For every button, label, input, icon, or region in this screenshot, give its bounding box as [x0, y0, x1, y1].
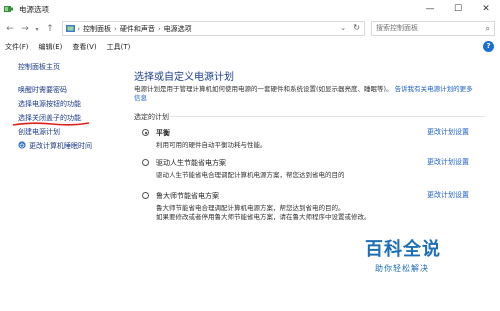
section-label: 选定的计划	[134, 113, 169, 121]
maximize-button[interactable]: ☐	[444, 0, 472, 18]
watermark-subtitle: 助你轻松解决	[375, 264, 429, 273]
breadcrumb-hardware-sound[interactable]: 硬件和声音	[117, 24, 158, 34]
address-dropdown-icon[interactable]: ⌄	[340, 24, 346, 32]
up-arrow-icon[interactable]: ↑	[44, 22, 56, 36]
menu-tools[interactable]: 工具(T)	[102, 40, 136, 54]
sidebar-item-sleep-time-label: 更改计算机睡眠时间	[29, 142, 92, 150]
change-plan-settings-link[interactable]: 更改计划设置	[427, 157, 469, 167]
plan-description-line: 如果要修改或者停用鲁大师节能省电方案，请在鲁大师程序中设置或修改。	[156, 213, 371, 221]
address-row: ← → ▾ ↑ › 控制面板 › 硬件和声音 › 电源选项 ⌄ ↻ ⌕	[0, 20, 500, 38]
plan-description-line: 鲁大师节能省电合理调配计算机电源方案，帮您达到省电的目的。	[156, 204, 345, 212]
power-options-icon	[4, 6, 13, 12]
menu-bar: 文件(F) 编辑(E) 查看(V) 工具(T)	[0, 40, 500, 54]
plan-radio-balanced[interactable]	[142, 129, 149, 136]
sidebar-item-require-password[interactable]: 唤醒时需要密码	[18, 85, 67, 95]
plan-description: 鲁大师节能省电合理调配计算机电源方案，帮您达到省电的目的。 如果要修改或者停用鲁…	[156, 204, 406, 222]
menu-file[interactable]: 文件(F)	[0, 40, 34, 54]
minimize-button[interactable]: —	[416, 0, 444, 18]
refresh-icon[interactable]: ↻	[353, 23, 360, 32]
sidebar-item-create-plan[interactable]: 创建电源计划	[18, 127, 60, 137]
description-text: 电源计划是用于管理计算机如何使用电源的一套硬件和系统设置(如显示器亮度、睡眠等)…	[134, 85, 393, 93]
watermark: 百科全说 助你轻松解决	[365, 235, 485, 274]
plan-name[interactable]: 平衡	[156, 128, 170, 138]
title-bar: 电源选项 — ☐ ✕	[0, 0, 500, 18]
control-panel-icon	[66, 25, 75, 32]
back-arrow-icon[interactable]: ←	[4, 22, 16, 36]
sidebar-item-sleep-time[interactable]: 更改计算机睡眠时间	[18, 141, 92, 151]
page-description: 电源计划是用于管理计算机如何使用电源的一套硬件和系统设置(如显示器亮度、睡眠等)…	[134, 85, 479, 103]
menu-edit[interactable]: 编辑(E)	[34, 40, 68, 54]
sidebar-item-control-panel-home[interactable]: 控制面板主页	[18, 62, 60, 72]
search-input[interactable]	[372, 22, 488, 34]
page-title: 选择或自定义电源计划	[134, 72, 234, 83]
sidebar: 控制面板主页 唤醒时需要密码 选择电源按钮的功能 选择关闭盖子的功能 创建电源计…	[0, 56, 115, 311]
plan-description: 利用可用的硬件自动平衡功耗与性能。	[156, 141, 267, 149]
plan-name[interactable]: 驱动人生节能省电方案	[156, 158, 226, 168]
change-plan-settings-link[interactable]: 更改计划设置	[427, 190, 469, 200]
address-bar[interactable]: › 控制面板 › 硬件和声音 › 电源选项 ⌄ ↻	[62, 21, 365, 36]
window-title: 电源选项	[19, 5, 49, 14]
plan-radio-drivergenius[interactable]	[142, 159, 149, 166]
help-icon[interactable]: ?	[483, 41, 494, 52]
plan-description: 驱动人生节能省电合理调配计算机电源方案，帮您达到省电的目的	[156, 171, 345, 179]
watermark-title: 百科全说	[365, 239, 441, 260]
recent-pages-chevron-icon[interactable]: ▾	[31, 22, 43, 36]
search-box[interactable]: ⌕	[371, 21, 495, 36]
plan-name[interactable]: 鲁大师节能省电方案	[156, 191, 219, 201]
menu-view[interactable]: 查看(V)	[67, 40, 101, 54]
search-icon[interactable]: ⌕	[486, 24, 490, 34]
forward-arrow-icon[interactable]: →	[19, 22, 31, 36]
red-annotation-underline	[12, 122, 90, 126]
breadcrumb-control-panel[interactable]: 控制面板	[80, 24, 114, 34]
breadcrumb-power-options[interactable]: 电源选项	[161, 24, 195, 34]
sidebar-item-power-button[interactable]: 选择电源按钮的功能	[18, 99, 81, 109]
close-button[interactable]: ✕	[472, 0, 500, 18]
section-divider	[170, 116, 485, 117]
change-plan-settings-link[interactable]: 更改计划设置	[427, 127, 469, 137]
plan-radio-ludashi[interactable]	[142, 192, 149, 199]
power-shield-icon	[18, 141, 26, 149]
